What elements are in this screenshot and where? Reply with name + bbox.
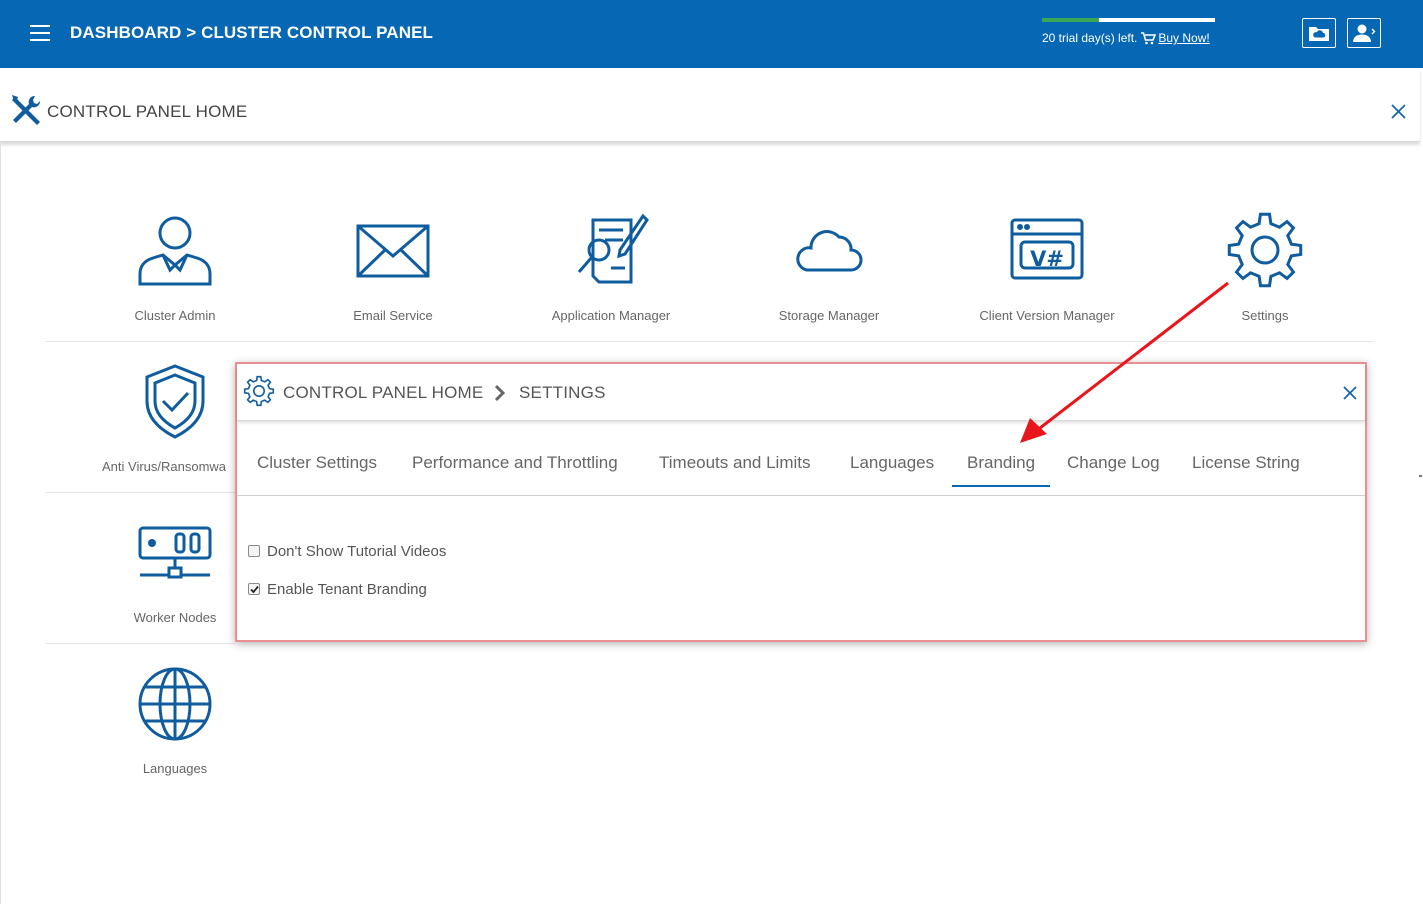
page-title: CONTROL PANEL HOME (47, 102, 248, 121)
tile-settings[interactable]: Settings (1165, 210, 1365, 323)
option-label: Don't Show Tutorial Videos (267, 542, 447, 560)
top-bar: DASHBOARD > CLUSTER CONTROL PANEL 20 tri… (0, 0, 1423, 68)
row-divider (45, 643, 235, 644)
trial-progress-fill (1042, 18, 1100, 22)
user-icon (1353, 24, 1376, 42)
branding-options: Don't Show Tutorial Videos Enable Tenant… (248, 541, 446, 617)
gear-hub (1250, 235, 1280, 265)
shield-check-icon (145, 364, 205, 439)
tab-license-string[interactable]: License String (1192, 453, 1300, 473)
gear-hub (253, 385, 265, 397)
scroll-marker (1419, 475, 1422, 477)
breadcrumb-home[interactable]: CONTROL PANEL HOME (283, 383, 483, 403)
tile-application-manager[interactable]: Application Manager (511, 210, 711, 323)
breadcrumb-current: SETTINGS (519, 383, 606, 402)
tile-cluster-admin[interactable]: Cluster Admin (75, 210, 275, 323)
tile-label: Cluster Admin (134, 308, 216, 323)
gear-icon (243, 375, 275, 407)
tile-label: Storage Manager (778, 308, 880, 323)
tile-label: Settings (1241, 308, 1289, 323)
row-divider (45, 492, 235, 493)
user-profile-button[interactable] (1347, 18, 1381, 48)
option-tenant-branding[interactable]: Enable Tenant Branding (248, 579, 446, 599)
tile-email-service[interactable]: Email Service (293, 210, 493, 323)
menu-icon[interactable] (30, 25, 50, 41)
gear-outline (1227, 212, 1303, 288)
tutorial-videos-checkbox[interactable] (248, 545, 260, 557)
control-panel-header: CONTROL PANEL HOME (0, 68, 1420, 142)
chevron-right-icon (494, 384, 506, 402)
tools-icon (12, 95, 41, 125)
close-icon[interactable] (1391, 104, 1406, 119)
settings-dialog: CONTROL PANEL HOME SETTINGS Cluster Sett… (235, 362, 1367, 642)
cloud-folder-icon (1309, 27, 1329, 41)
cloud-folder-button[interactable] (1302, 18, 1336, 48)
tile-label: Email Service (353, 308, 433, 323)
row-divider (45, 341, 1373, 342)
trial-days-text: 20 trial day(s) left. (1042, 31, 1138, 45)
tab-cluster-settings[interactable]: Cluster Settings (257, 453, 377, 473)
cart-icon (1141, 32, 1157, 45)
gear-icon (1227, 212, 1303, 288)
tile-label: Application Manager (551, 308, 671, 323)
globe-icon (138, 667, 212, 741)
document-search-icon (577, 213, 649, 284)
cloud-icon (796, 230, 863, 272)
version-badge: V# (1030, 247, 1064, 271)
tile-client-version-manager[interactable]: V# Client Version Manager (947, 210, 1147, 323)
server-icon (138, 526, 212, 579)
user-admin-icon (138, 216, 212, 286)
gear-outline (243, 375, 275, 407)
checkmark-icon (249, 585, 259, 593)
tile-label: Client Version Manager (979, 308, 1115, 323)
trial-progress-bar (1042, 18, 1215, 22)
close-icon[interactable] (1343, 386, 1357, 400)
settings-dialog-header: CONTROL PANEL HOME SETTINGS (237, 364, 1365, 421)
tile-storage-manager[interactable]: Storage Manager (729, 210, 929, 323)
tab-languages[interactable]: Languages (850, 453, 934, 473)
buy-now-link[interactable]: Buy Now! (1158, 31, 1209, 45)
tab-branding[interactable]: Branding (951, 453, 1051, 487)
option-label: Enable Tenant Branding (267, 580, 427, 598)
page-breadcrumb: DASHBOARD > CLUSTER CONTROL PANEL (70, 23, 433, 42)
settings-tabs: Cluster Settings Performance and Throttl… (237, 421, 1365, 496)
option-tutorial-videos[interactable]: Don't Show Tutorial Videos (248, 541, 446, 561)
tab-timeouts-limits[interactable]: Timeouts and Limits (659, 453, 810, 473)
tab-change-log[interactable]: Change Log (1067, 453, 1160, 473)
tile-label: Languages (142, 761, 208, 776)
trial-status: 20 trial day(s) left. Buy Now! (1042, 31, 1210, 45)
tenant-branding-checkbox[interactable] (248, 583, 260, 595)
tab-performance-throttling[interactable]: Performance and Throttling (412, 453, 618, 473)
envelope-icon (356, 224, 430, 278)
content-left-border (0, 143, 1, 904)
tile-languages[interactable]: Languages (75, 663, 275, 776)
